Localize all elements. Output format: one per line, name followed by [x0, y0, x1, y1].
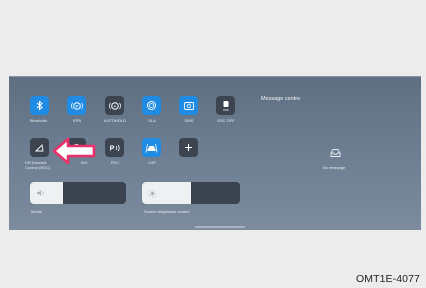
home-indicator[interactable]	[195, 226, 245, 228]
brightness-slider[interactable]	[142, 182, 240, 204]
hdc-icon	[34, 143, 44, 151]
epb-label: EPB	[72, 118, 81, 123]
media-volume-slider[interactable]	[30, 182, 126, 204]
sla-icon	[147, 101, 156, 110]
epb-icon: P	[70, 101, 83, 110]
dms-icon	[183, 101, 194, 110]
svg-text:A: A	[113, 104, 116, 108]
figure-caption: OMT1E-4077	[355, 273, 420, 285]
svg-text:OFF: OFF	[223, 108, 229, 112]
bluetooth-label: Bluetooth	[30, 118, 47, 123]
hdc-toggle[interactable]	[30, 138, 49, 157]
speaker-icon	[37, 190, 44, 196]
autohold-toggle[interactable]: A	[105, 96, 124, 115]
dms-toggle[interactable]	[179, 96, 198, 115]
svg-text:P: P	[110, 145, 115, 152]
message-centre-title: Message centre	[261, 96, 301, 102]
pdc-toggle[interactable]: P	[105, 138, 124, 157]
autohold-label: AUTOHOLD	[103, 118, 127, 123]
pdc-icon: P	[110, 144, 120, 152]
add-shortcut-button[interactable]	[179, 138, 198, 157]
autohold-icon: A	[108, 101, 121, 110]
svg-text:P: P	[75, 103, 78, 108]
add-icon	[185, 144, 192, 151]
ldp-icon	[145, 143, 158, 153]
esc-off-toggle[interactable]: OFF	[216, 96, 235, 115]
pointer-arrow-icon	[52, 137, 96, 165]
dms-label: DMS	[184, 118, 194, 123]
epb-toggle[interactable]: P	[67, 96, 86, 115]
no-message-text: No message	[322, 165, 346, 170]
pdc-label: PDC	[110, 160, 120, 165]
ldp-label: LDP	[148, 160, 156, 165]
sla-label: SLA	[148, 118, 156, 123]
media-volume-fill	[30, 182, 63, 204]
esc-off-icon: OFF	[223, 100, 229, 112]
media-label: Media	[31, 209, 42, 214]
bluetooth-toggle[interactable]	[30, 96, 49, 115]
sun-icon	[148, 189, 157, 198]
ldp-toggle[interactable]	[142, 138, 161, 157]
brightness-label: Screen brightness control	[144, 209, 190, 214]
panel-divider	[9, 76, 421, 77]
esc-off-label: ESC OFF	[217, 118, 235, 123]
inbox-icon	[330, 149, 341, 157]
sla-toggle[interactable]	[142, 96, 161, 115]
bluetooth-icon	[36, 100, 43, 111]
